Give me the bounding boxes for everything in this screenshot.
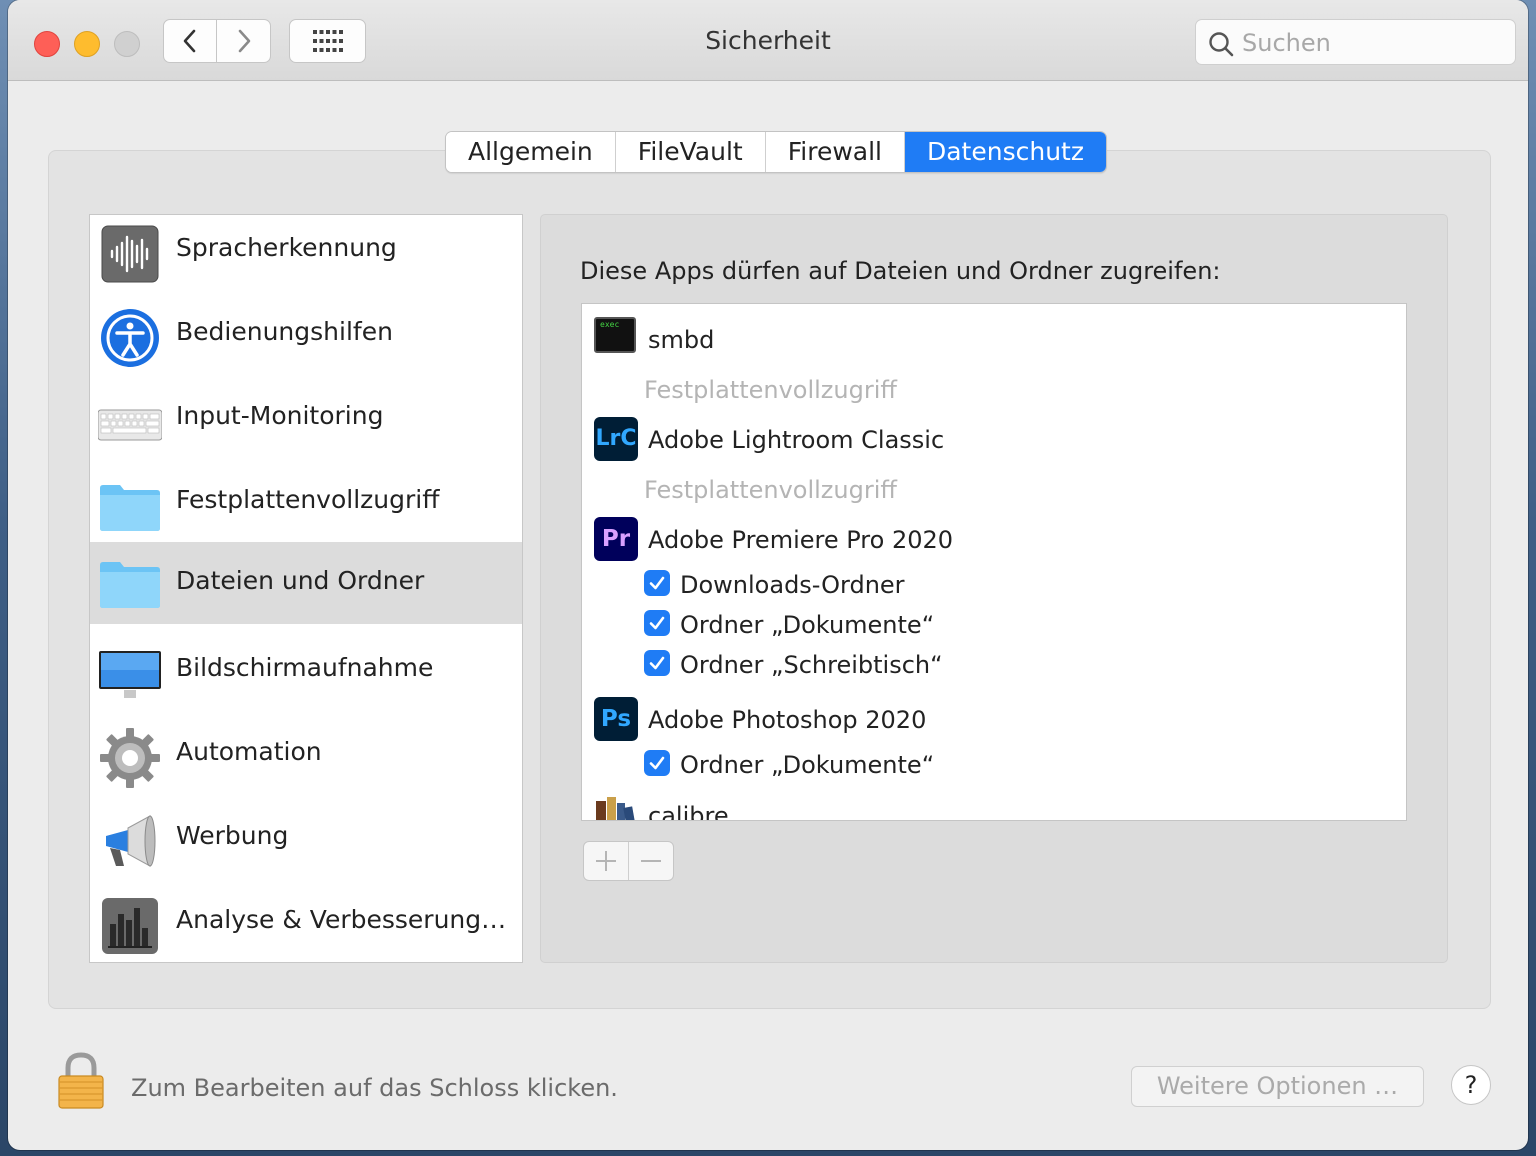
photoshop-icon-text: Ps	[600, 706, 632, 732]
folder-label: Ordner „Dokumente“	[680, 611, 935, 639]
sidebar-item-label: Bedienungshilfen	[176, 317, 393, 346]
search-field[interactable]	[1195, 19, 1516, 65]
folder-icon	[100, 562, 160, 608]
app-name: smbd	[648, 326, 715, 354]
list-item[interactable]: exec smbd	[582, 310, 1406, 360]
privacy-category-list: Spracherkennung Bedienungshilfen Input-M…	[89, 214, 523, 963]
search-input[interactable]	[1240, 26, 1504, 60]
checkmark-icon	[649, 656, 665, 670]
megaphone-icon	[106, 815, 156, 867]
sidebar-item-spracherkennung[interactable]: Spracherkennung	[90, 215, 522, 297]
folder-checkbox[interactable]	[644, 750, 670, 776]
list-item[interactable]: Pr Adobe Premiere Pro 2020	[582, 510, 1406, 561]
list-item: Ordner „Schreibtisch“	[582, 640, 1406, 680]
sidebar-item-dateien-und-ordner[interactable]: Dateien und Ordner	[90, 542, 522, 624]
list-item: Ordner „Dokumente“	[582, 740, 1406, 780]
checkmark-icon	[649, 576, 665, 590]
gear-icon	[100, 728, 160, 788]
app-name: Adobe Premiere Pro 2020	[648, 526, 954, 554]
help-button[interactable]: ?	[1451, 1065, 1491, 1105]
preferences-window: Sicherheit Allgemein FileVault Firewall …	[8, 0, 1528, 1150]
list-item: Festplattenvollzugriff	[582, 460, 1406, 510]
tab-allgemein[interactable]: Allgemein	[446, 132, 616, 172]
list-item: Festplattenvollzugriff	[582, 360, 1406, 410]
app-name: Adobe Lightroom Classic	[648, 426, 945, 454]
folder-label: Ordner „Dokumente“	[680, 751, 935, 779]
sidebar-item-analyse[interactable]: Analyse & Verbesserung…	[90, 887, 522, 969]
more-options-button[interactable]: Weitere Optionen …	[1131, 1066, 1424, 1107]
sidebar-item-label: Input-Monitoring	[176, 401, 384, 430]
lock-icon[interactable]	[56, 1052, 106, 1110]
tab-bar: Allgemein FileVault Firewall Datenschutz	[445, 131, 1107, 173]
checkmark-icon	[649, 756, 665, 770]
sidebar-item-festplattenvollzugriff[interactable]: Festplattenvollzugriff	[90, 467, 522, 549]
sidebar-item-label: Analyse & Verbesserung…	[176, 905, 507, 934]
premiere-icon-text: Pr	[601, 526, 631, 552]
folder-checkbox[interactable]	[644, 610, 670, 636]
list-item[interactable]: Ps Adobe Photoshop 2020	[582, 690, 1406, 741]
photoshop-icon: Ps	[594, 697, 638, 741]
apps-list-heading: Diese Apps dürfen auf Dateien und Ordner…	[580, 257, 1221, 285]
waveform-icon	[101, 225, 159, 283]
add-app-button[interactable]	[584, 842, 629, 880]
bar-chart-icon	[102, 898, 158, 954]
sidebar-item-label: Automation	[176, 737, 322, 766]
keyboard-icon	[98, 409, 162, 441]
apps-list[interactable]: exec smbd Festplattenvollzugriff LrC Ado…	[581, 303, 1407, 821]
lightroom-icon-text: LrC	[595, 426, 637, 451]
premiere-icon: Pr	[594, 517, 638, 561]
sidebar-item-bedienungshilfen[interactable]: Bedienungshilfen	[90, 299, 522, 381]
sidebar-item-bildschirmaufnahme[interactable]: Bildschirmaufnahme	[90, 635, 522, 717]
app-name: Adobe Photoshop 2020	[648, 706, 927, 734]
minus-icon	[641, 860, 661, 862]
accessibility-icon	[101, 309, 159, 367]
list-item[interactable]: LrC Adobe Lightroom Classic	[582, 410, 1406, 461]
sidebar-item-label: Bildschirmaufnahme	[176, 653, 434, 682]
add-remove-buttons	[583, 841, 674, 881]
sidebar-item-label: Festplattenvollzugriff	[176, 485, 440, 514]
folder-checkbox[interactable]	[644, 650, 670, 676]
books-icon	[596, 797, 638, 820]
list-item[interactable]: calibre	[582, 786, 1406, 821]
tab-filevault[interactable]: FileVault	[615, 132, 766, 172]
folder-checkbox[interactable]	[644, 570, 670, 596]
terminal-icon: exec	[594, 317, 636, 353]
sidebar-item-automation[interactable]: Automation	[90, 719, 522, 801]
plus-icon	[596, 851, 616, 871]
checkmark-icon	[649, 616, 665, 630]
permission-note: Festplattenvollzugriff	[644, 476, 897, 504]
permission-note: Festplattenvollzugriff	[644, 376, 897, 404]
lock-message: Zum Bearbeiten auf das Schloss klicken.	[131, 1074, 618, 1102]
title-bar: Sicherheit	[8, 0, 1528, 81]
display-icon	[99, 651, 161, 698]
folder-icon	[100, 485, 160, 531]
sidebar-item-label: Werbung	[176, 821, 289, 850]
tab-datenschutz[interactable]: Datenschutz	[904, 132, 1106, 172]
sidebar-item-werbung[interactable]: Werbung	[90, 803, 522, 885]
remove-app-button[interactable]	[629, 842, 673, 880]
app-name: calibre	[648, 802, 729, 821]
sidebar-item-label: Spracherkennung	[176, 233, 397, 262]
sidebar-item-label: Dateien und Ordner	[176, 566, 425, 595]
terminal-icon-text: exec	[600, 320, 620, 329]
sidebar-item-input-monitoring[interactable]: Input-Monitoring	[90, 383, 522, 465]
folder-label: Downloads-Ordner	[680, 571, 905, 599]
list-item: Downloads-Ordner	[582, 560, 1406, 600]
search-icon	[1209, 32, 1234, 57]
lightroom-icon: LrC	[594, 417, 638, 461]
tab-firewall[interactable]: Firewall	[765, 132, 905, 172]
folder-label: Ordner „Schreibtisch“	[680, 651, 943, 679]
list-item: Ordner „Dokumente“	[582, 600, 1406, 640]
